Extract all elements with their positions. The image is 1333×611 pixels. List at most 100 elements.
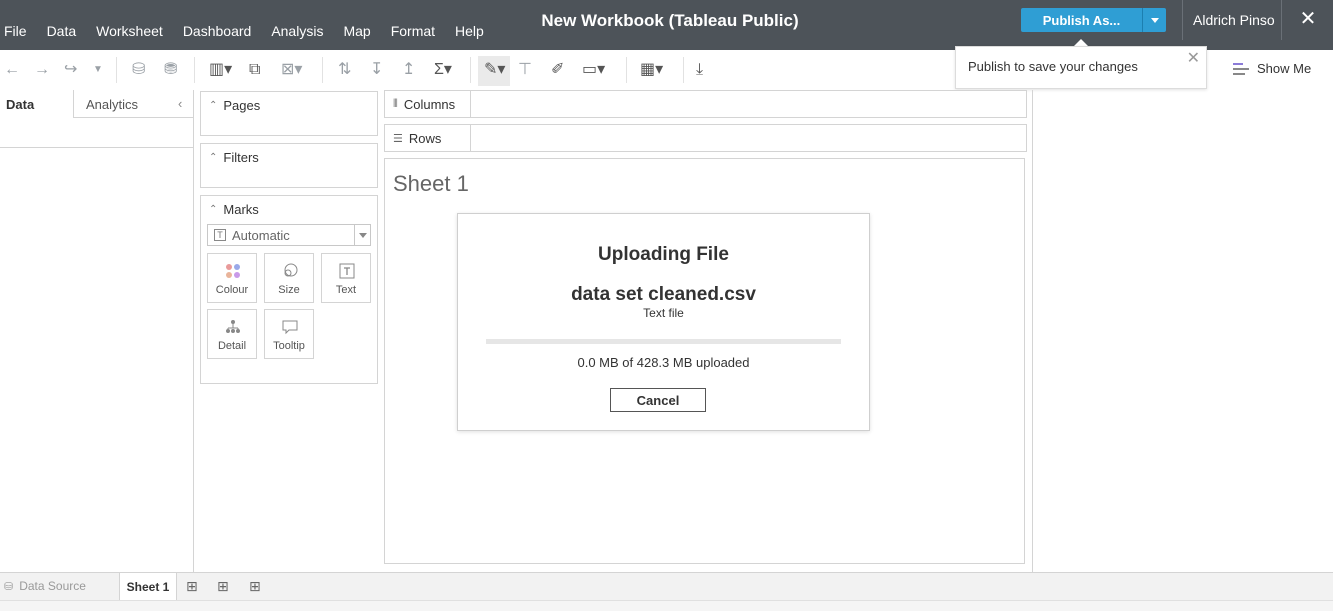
- new-data-source-icon[interactable]: ⛁: [132, 60, 145, 80]
- upload-progress-text: 0.0 MB of 428.3 MB uploaded: [577, 355, 750, 370]
- sort-descending-icon[interactable]: ↥: [402, 60, 415, 80]
- redo-icon[interactable]: →: [34, 60, 50, 80]
- colour-button[interactable]: Colour: [207, 253, 257, 303]
- chevron-up-icon[interactable]: ⌃: [209, 204, 217, 215]
- download-icon[interactable]: ⤓: [696, 60, 703, 80]
- filters-card: ⌃ Filters: [200, 143, 378, 188]
- tab-analytics[interactable]: Analytics: [74, 90, 193, 118]
- sheet-tab[interactable]: Sheet 1: [119, 573, 177, 600]
- text-label: Text: [335, 284, 357, 296]
- text-mark-icon: T: [214, 229, 226, 241]
- size-icon: [284, 263, 298, 277]
- menu-map[interactable]: Map: [333, 23, 380, 39]
- data-source-tab[interactable]: ⛁ Data Source: [4, 579, 86, 593]
- chevron-left-icon[interactable]: ‹: [178, 96, 182, 111]
- file-name: data set cleaned.csv: [571, 284, 756, 305]
- highlight-icon: ✎▾: [484, 61, 506, 78]
- duplicate-sheet-icon[interactable]: ⧉: [249, 60, 260, 80]
- detail-button[interactable]: Detail: [207, 309, 257, 359]
- divider: [1032, 90, 1033, 572]
- show-me-icon: [1233, 62, 1249, 76]
- close-icon[interactable]: ✕: [1187, 48, 1200, 68]
- sheet-tabs-bar: ⛁ Data Source Sheet 1 ⊞ ⊞ ⊞: [0, 572, 1333, 600]
- tooltip-icon: [282, 320, 298, 335]
- database-icon: ⛁: [4, 580, 14, 593]
- size-button[interactable]: Size: [264, 253, 314, 303]
- publish-as-button[interactable]: Publish As...: [1021, 8, 1142, 32]
- columns-shelf[interactable]: ⦀ Columns: [384, 90, 1027, 118]
- text-button[interactable]: Text: [321, 253, 371, 303]
- mark-type-select[interactable]: T Automatic: [207, 224, 371, 246]
- colour-label: Colour: [215, 284, 249, 296]
- user-name[interactable]: Aldrich Pinso: [1193, 12, 1275, 28]
- chevron-down-icon: [358, 232, 367, 238]
- file-type: Text file: [643, 306, 684, 320]
- divider: [1281, 0, 1282, 40]
- size-label: Size: [278, 284, 300, 296]
- detail-label: Detail: [217, 340, 247, 352]
- menu-file[interactable]: File: [0, 23, 37, 39]
- menu-bar: File Data Worksheet Dashboard Analysis M…: [0, 0, 494, 50]
- dialog-title: Uploading File: [598, 244, 729, 265]
- replay-icon[interactable]: ↪: [64, 60, 77, 80]
- pages-card: ⌃ Pages: [200, 91, 378, 136]
- marks-card: ⌃ Marks T Automatic Colour Size Text Det…: [200, 195, 378, 384]
- labels-icon[interactable]: ⊤: [518, 60, 532, 80]
- new-story-icon[interactable]: ⊞: [249, 578, 261, 595]
- undo-icon[interactable]: ←: [4, 60, 20, 80]
- new-worksheet-icon[interactable]: ⊞: [186, 578, 198, 595]
- format-workbook-icon[interactable]: ✐: [551, 60, 564, 80]
- data-source-label: Data Source: [19, 579, 86, 593]
- upload-dialog: Uploading File data set cleaned.csv Text…: [457, 213, 870, 431]
- chevron-down-icon: [1150, 17, 1159, 23]
- divider: [470, 57, 471, 83]
- upload-progress-bar: [486, 339, 841, 344]
- new-dashboard-icon[interactable]: ⊞: [217, 578, 229, 595]
- status-bar: [0, 600, 1333, 611]
- pause-updates-icon[interactable]: ⛃: [164, 60, 177, 80]
- fit-icon[interactable]: ▭▾: [582, 60, 605, 80]
- tab-data[interactable]: Data: [0, 90, 74, 118]
- presentation-icon[interactable]: ▦▾: [640, 60, 663, 80]
- chevron-up-icon[interactable]: ⌃: [209, 100, 217, 111]
- marks-title: Marks: [223, 202, 259, 217]
- text-icon: [339, 263, 355, 279]
- menu-data[interactable]: Data: [37, 23, 87, 39]
- close-icon[interactable]: ✕: [1298, 6, 1318, 31]
- chevron-up-icon[interactable]: ⌃: [209, 152, 217, 163]
- tooltip-button[interactable]: Tooltip: [264, 309, 314, 359]
- totals-icon[interactable]: Σ▾: [434, 60, 452, 80]
- cancel-button[interactable]: Cancel: [610, 388, 706, 412]
- rows-icon: ☰: [393, 132, 403, 145]
- pages-title: Pages: [223, 98, 261, 113]
- popover-text: Publish to save your changes: [968, 59, 1138, 74]
- clear-sheet-icon[interactable]: ⊠▾: [281, 60, 302, 80]
- sort-ascending-icon[interactable]: ↧: [370, 60, 383, 80]
- menu-worksheet[interactable]: Worksheet: [86, 23, 173, 39]
- swap-icon[interactable]: ⇅: [338, 60, 351, 80]
- data-pane: Data Analytics ‹: [0, 90, 194, 572]
- colour-icon: [226, 264, 240, 278]
- new-worksheet-icon[interactable]: ▥▾: [209, 60, 232, 80]
- show-me-button[interactable]: Show Me: [1233, 61, 1311, 76]
- menu-analysis[interactable]: Analysis: [261, 23, 333, 39]
- columns-icon: ⦀: [393, 97, 398, 110]
- top-bar: File Data Worksheet Dashboard Analysis M…: [0, 0, 1333, 50]
- divider: [683, 57, 684, 83]
- publish-dropdown-button[interactable]: [1142, 8, 1166, 32]
- show-me-label: Show Me: [1257, 61, 1312, 76]
- divider: [116, 57, 117, 83]
- rows-label: Rows: [408, 130, 442, 146]
- divider: [194, 57, 195, 83]
- rows-shelf[interactable]: ☰ Rows: [384, 124, 1027, 152]
- workbook-title: New Workbook (Tableau Public): [541, 11, 799, 30]
- replay-dropdown-icon[interactable]: ▼: [93, 60, 103, 80]
- filters-title: Filters: [223, 150, 259, 165]
- menu-format[interactable]: Format: [381, 23, 445, 39]
- divider: [626, 57, 627, 83]
- menu-dashboard[interactable]: Dashboard: [173, 23, 262, 39]
- columns-label: Columns: [403, 96, 456, 112]
- menu-help[interactable]: Help: [445, 23, 494, 39]
- sheet-title: Sheet 1: [393, 171, 469, 196]
- divider: [322, 57, 323, 83]
